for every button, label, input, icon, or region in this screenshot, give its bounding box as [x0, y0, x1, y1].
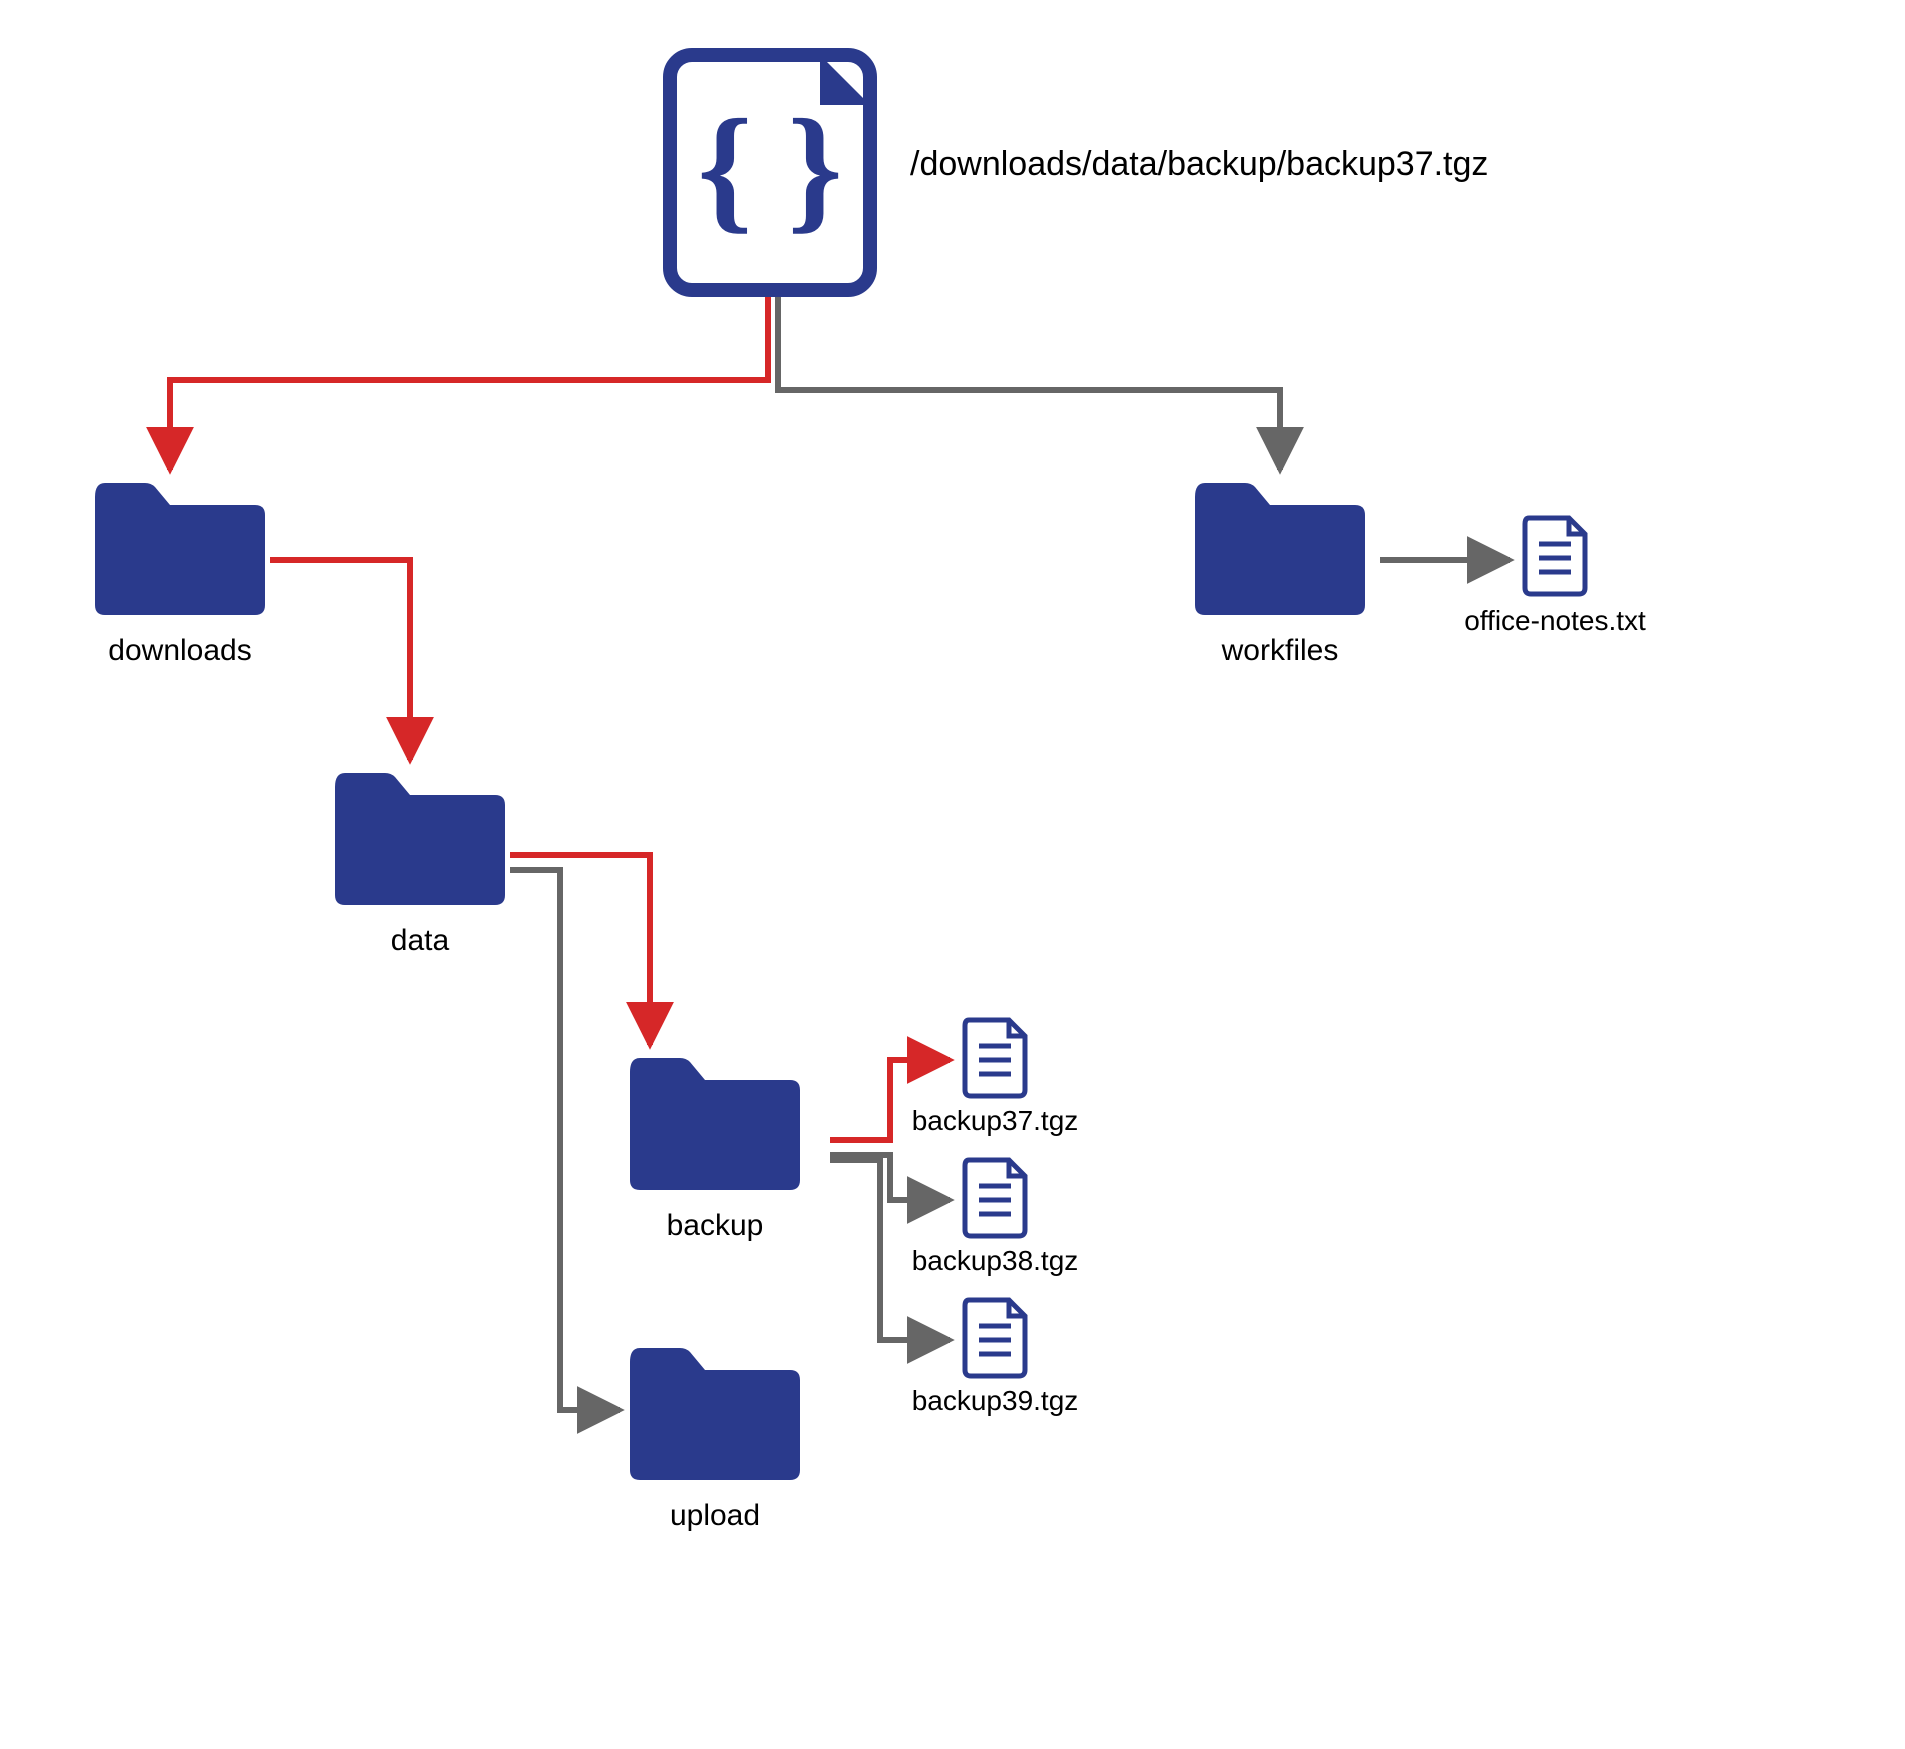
edge-downloads-data [270, 560, 410, 760]
file-backup39 [965, 1300, 1025, 1376]
svg-text:{ }: { } [697, 91, 842, 246]
label-upload: upload [670, 1499, 760, 1532]
root-path-label: /downloads/data/backup/backup37.tgz [910, 145, 1488, 183]
label-backup39: backup39.tgz [912, 1385, 1079, 1416]
folder-data [335, 773, 505, 905]
folder-upload [630, 1348, 800, 1480]
edge-root-downloads [170, 290, 768, 470]
label-downloads: downloads [108, 634, 251, 667]
edge-data-upload [510, 870, 620, 1410]
label-office-notes: office-notes.txt [1464, 605, 1646, 636]
file-backup38 [965, 1160, 1025, 1236]
file-office-notes [1525, 518, 1585, 594]
edge-root-workfiles [778, 290, 1280, 470]
folder-downloads [95, 483, 265, 615]
label-backup: backup [667, 1209, 764, 1242]
folder-backup [630, 1058, 800, 1190]
folder-workfiles [1195, 483, 1365, 615]
file-backup37 [965, 1020, 1025, 1096]
root-file-icon: { } [670, 55, 870, 290]
label-workfiles: workfiles [1221, 634, 1339, 667]
edge-data-backup [510, 855, 650, 1045]
label-backup37: backup37.tgz [912, 1105, 1079, 1136]
filesystem-diagram: { } /downloads/data/backup/backup37.tgz … [0, 0, 1905, 1749]
label-backup38: backup38.tgz [912, 1245, 1079, 1276]
label-data: data [391, 924, 450, 957]
